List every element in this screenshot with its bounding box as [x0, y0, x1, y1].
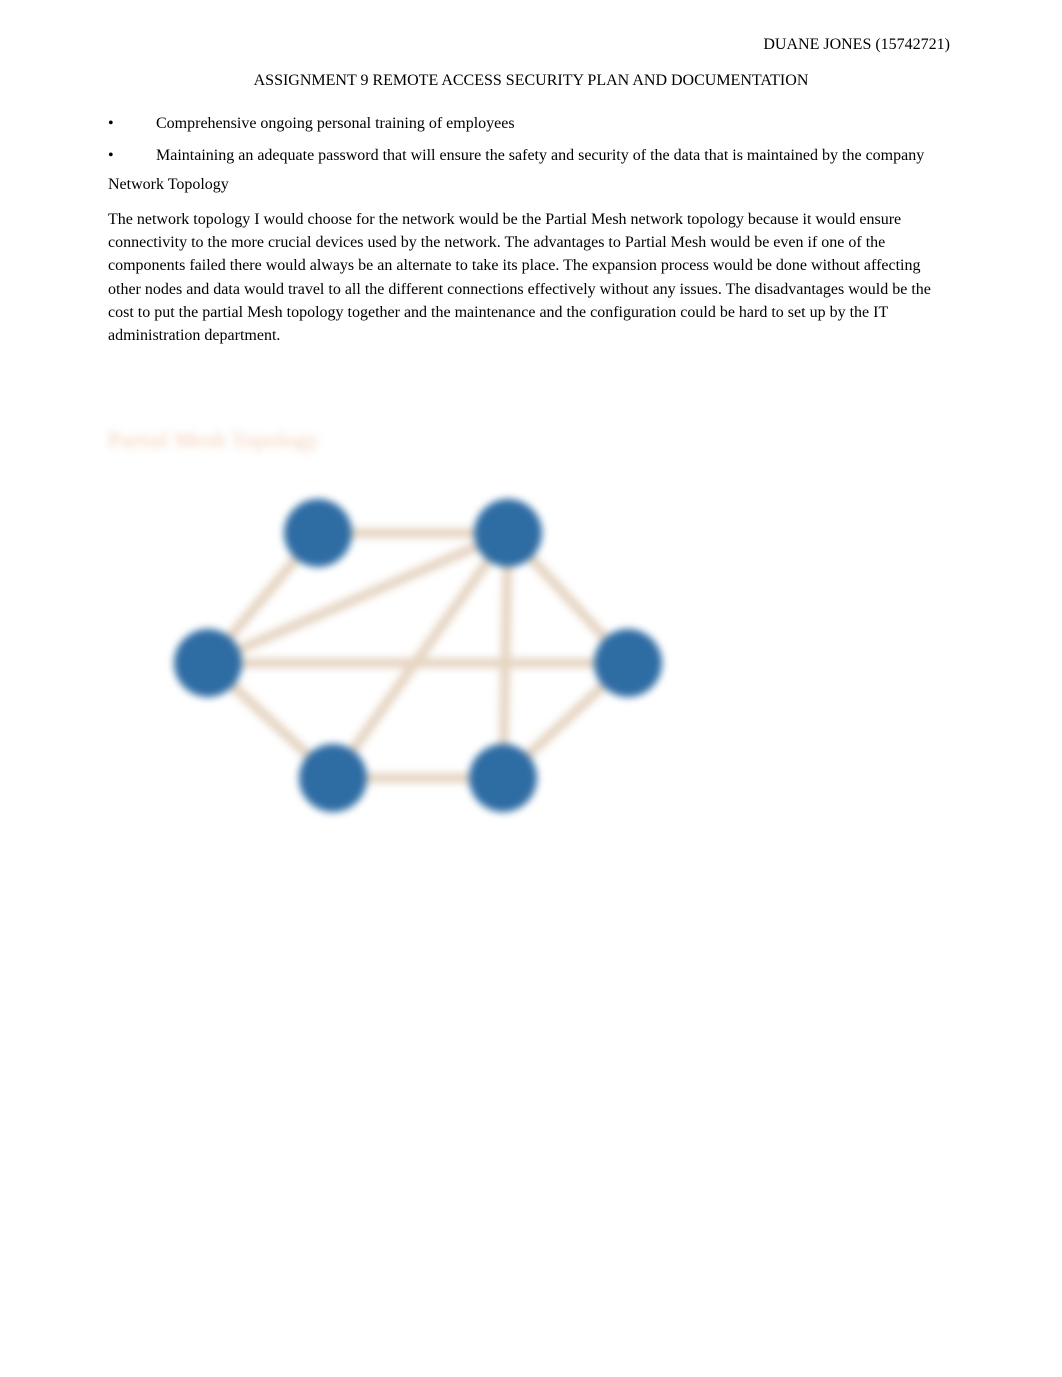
bullet-item: • Maintaining an adequate password that … [108, 144, 954, 168]
body-paragraph: The network topology I would choose for … [108, 208, 954, 347]
mesh-node [469, 744, 537, 812]
bullet-text: Comprehensive ongoing personal training … [156, 112, 954, 136]
bullet-text: Maintaining an adequate password that wi… [156, 144, 954, 168]
topology-diagram: Partial Mesh Topology [108, 427, 728, 847]
mesh-node [474, 499, 542, 567]
bullet-marker: • [108, 112, 156, 136]
mesh-edges [208, 533, 628, 778]
bullet-marker: • [108, 144, 156, 168]
mesh-node [174, 629, 242, 697]
assignment-title: ASSIGNMENT 9 REMOTE ACCESS SECURITY PLAN… [108, 72, 954, 90]
student-name-id: DUANE JONES (15742721) [108, 36, 954, 54]
partial-mesh-svg [108, 473, 728, 833]
mesh-node [594, 629, 662, 697]
bullet-item: • Comprehensive ongoing personal trainin… [108, 112, 954, 136]
section-heading: Network Topology [108, 176, 954, 194]
mesh-node [299, 744, 367, 812]
mesh-edge [503, 533, 508, 778]
mesh-node [284, 499, 352, 567]
diagram-title: Partial Mesh Topology [108, 427, 728, 453]
document-page: DUANE JONES (15742721) ASSIGNMENT 9 REMO… [0, 0, 1062, 847]
